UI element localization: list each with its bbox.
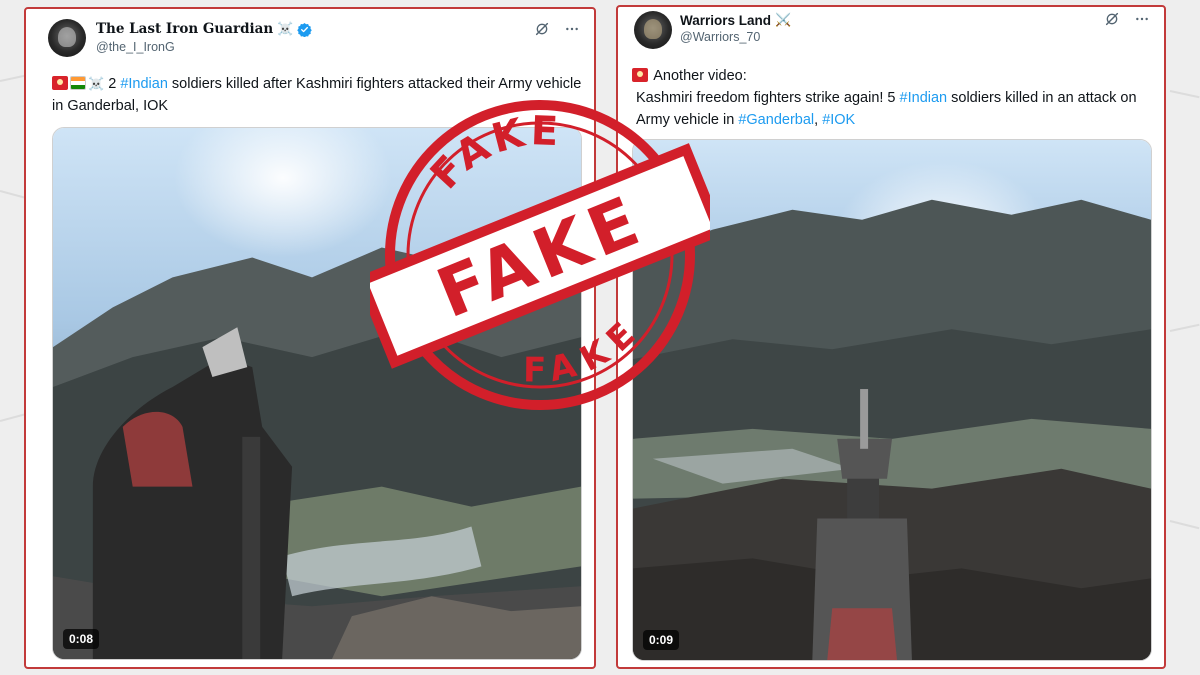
tweet-line-2: Kashmiri freedom fighters strike again! … <box>632 87 1157 131</box>
header-actions <box>534 21 580 37</box>
verified-badge-icon <box>297 22 313 37</box>
text-part: 2 <box>104 76 121 92</box>
hashtag-link[interactable]: #Ganderbal <box>738 112 814 128</box>
text-part: Another video: <box>653 68 747 84</box>
header-actions <box>1104 11 1150 27</box>
handle[interactable]: @Warriors_70 <box>680 30 760 44</box>
fake-stamp: FAKE FAKE FAKE <box>370 90 710 410</box>
video-duration: 0:08 <box>63 629 100 649</box>
avatar[interactable] <box>634 11 672 49</box>
background-line <box>1169 323 1200 332</box>
video-player[interactable]: 0:09 <box>632 139 1152 661</box>
avatar[interactable] <box>48 19 86 57</box>
handle[interactable]: @the_I_IronG <box>96 40 175 54</box>
siren-emoji-icon <box>632 68 648 82</box>
crossed-swords-icon: ⚔️ <box>775 12 792 27</box>
more-dots-icon[interactable] <box>564 21 580 37</box>
display-name[interactable]: The Last Iron Guardian <box>96 21 273 37</box>
skull-emoji-icon: ☠️ <box>88 76 105 91</box>
hashtag-link[interactable]: #IOK <box>822 112 855 128</box>
tweet-line-1: Another video: <box>632 65 1157 87</box>
video-frame <box>633 199 1151 660</box>
text-part: , <box>814 112 823 128</box>
grok-slash-icon[interactable] <box>1104 11 1120 27</box>
tweet-text: Another video: Kashmiri freedom fighters… <box>632 65 1157 131</box>
video-duration: 0:09 <box>643 630 680 650</box>
hashtag-link[interactable]: #Indian <box>120 76 168 92</box>
display-name[interactable]: Warriors Land <box>680 13 771 28</box>
background-line <box>1169 90 1200 99</box>
background-line <box>1169 520 1200 530</box>
hashtag-link[interactable]: #Indian <box>900 90 948 106</box>
skull-emoji-icon: ☠️ <box>277 21 294 36</box>
stamp-bottom-word: FAKE <box>509 306 652 405</box>
name-row: The Last Iron Guardian ☠️ <box>96 21 313 37</box>
tweet-header: The Last Iron Guardian ☠️ @the_I_IronG <box>26 9 594 69</box>
siren-emoji-icon <box>52 76 68 90</box>
more-dots-icon[interactable] <box>1134 11 1150 27</box>
name-row: Warriors Land ⚔️ <box>680 12 791 28</box>
tweet-header: Warriors Land ⚔️ @Warriors_70 <box>618 7 1164 67</box>
india-flag-icon <box>70 76 86 90</box>
grok-slash-icon[interactable] <box>534 21 550 37</box>
